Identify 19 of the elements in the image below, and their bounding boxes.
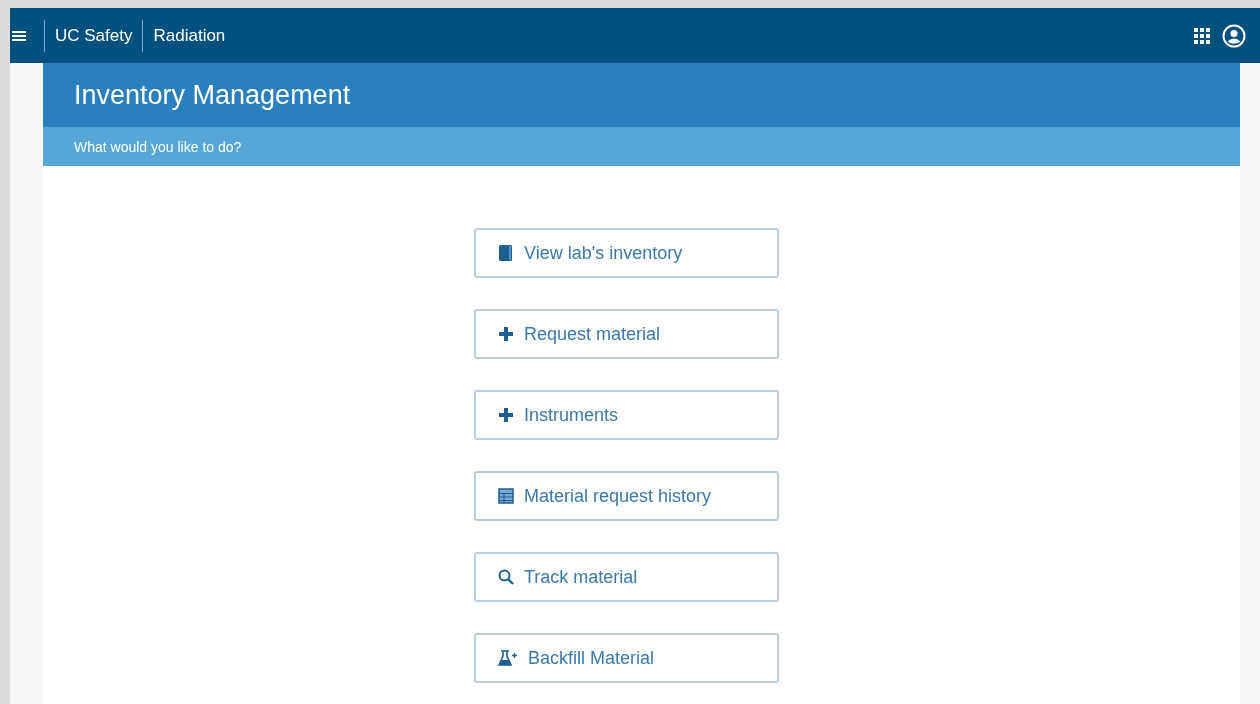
action-button[interactable]: Material request history	[474, 471, 779, 521]
action-button[interactable]: View lab's inventory	[474, 228, 779, 278]
menu-icon	[12, 29, 26, 42]
book-icon	[498, 244, 514, 262]
plus-icon	[498, 326, 514, 342]
page-title: Inventory Management	[74, 79, 351, 111]
action-button[interactable]: Backfill Material	[474, 633, 779, 683]
action-button[interactable]: Instruments	[474, 390, 779, 440]
plus-icon	[498, 407, 514, 423]
account-icon	[1222, 23, 1246, 48]
flask-plus-icon	[498, 650, 518, 666]
apps-grid-icon	[1194, 27, 1210, 44]
action-button[interactable]: Request material	[474, 309, 779, 359]
prompt-text: What would you like to do?	[74, 138, 242, 155]
table-icon	[498, 488, 514, 504]
app-name: UC Safety	[55, 25, 133, 46]
search-icon	[498, 569, 514, 585]
section-name: Radiation	[153, 25, 226, 46]
action-button[interactable]: Track material	[474, 552, 779, 602]
